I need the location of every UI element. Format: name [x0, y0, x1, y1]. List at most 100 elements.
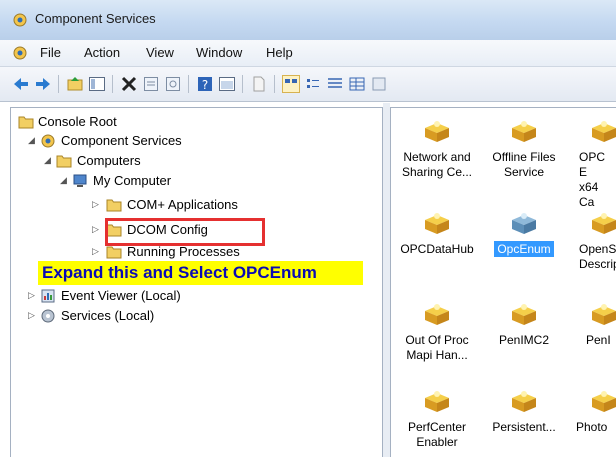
component-item[interactable]: OPC E x64 Ca: [566, 118, 616, 210]
component-item[interactable]: Offline Files Service: [479, 118, 569, 180]
component-item[interactable]: OPCDataHub: [392, 210, 482, 257]
large-icons-view-icon[interactable]: [282, 75, 300, 93]
folder-icon: [106, 199, 122, 212]
expand-arrow-icon[interactable]: ▷: [28, 311, 36, 320]
component-label-line1: PenIMC2: [498, 333, 550, 347]
toolbar: ?: [0, 67, 616, 102]
show-tree-icon[interactable]: [88, 75, 106, 93]
component-item[interactable]: Persistent...: [479, 388, 569, 435]
component-label-line1: Photo: [576, 420, 608, 434]
component-label-line2: Descrip: [579, 257, 616, 271]
component-item-selected[interactable]: OpcEnum: [479, 210, 569, 257]
tree-label: My Computer: [93, 173, 172, 188]
pane-splitter[interactable]: [383, 103, 390, 457]
tree-label: COM+ Applications: [127, 197, 238, 212]
expand-arrow-icon[interactable]: ▷: [28, 291, 36, 300]
component-label-line1: Offline Files: [492, 150, 556, 164]
svg-text:?: ?: [202, 78, 208, 92]
forward-icon[interactable]: [34, 75, 52, 93]
collapse-arrow-icon[interactable]: ◢: [44, 156, 52, 165]
properties-icon[interactable]: [142, 75, 160, 93]
component-box-icon: [512, 304, 536, 325]
component-box-icon: [512, 391, 536, 412]
toolbar-separator: [188, 75, 189, 93]
title-bar[interactable]: Component Services: [0, 0, 616, 40]
export-icon[interactable]: [370, 75, 388, 93]
menu-help[interactable]: Help: [266, 45, 293, 60]
tree-label: Component Services: [61, 133, 182, 148]
component-box-icon: [592, 391, 616, 412]
toolbar-separator: [112, 75, 113, 93]
collapse-arrow-icon[interactable]: ◢: [60, 176, 68, 185]
component-item[interactable]: PenIMC2: [479, 301, 569, 348]
component-item[interactable]: Out Of Proc Mapi Han...: [392, 301, 482, 363]
component-label-line2: Enabler: [416, 435, 458, 449]
component-label-line1: OPC E: [579, 150, 606, 179]
expand-arrow-icon[interactable]: ▷: [92, 225, 100, 234]
console-icon[interactable]: [218, 75, 236, 93]
menu-file[interactable]: File: [40, 45, 61, 60]
menu-bar: File Action View Window Help: [0, 40, 616, 67]
component-label-line1: OpenS: [579, 242, 616, 256]
tree-label: Running Processes: [127, 244, 240, 259]
tree-label: Services (Local): [61, 308, 155, 323]
collapse-arrow-icon[interactable]: ◢: [28, 136, 36, 145]
component-label-line2: x64 Ca: [579, 180, 599, 209]
component-label-line2: Sharing Ce...: [401, 165, 473, 179]
highlight-box: [105, 218, 265, 246]
tree-label: Computers: [77, 153, 141, 168]
toolbar-separator: [242, 75, 243, 93]
menu-action[interactable]: Action: [84, 45, 120, 60]
window-title: Component Services: [35, 11, 156, 26]
folder-icon: [18, 116, 34, 129]
component-item[interactable]: Network and Sharing Ce...: [392, 118, 482, 180]
component-box-icon: [592, 304, 616, 325]
small-icons-view-icon[interactable]: [304, 75, 322, 93]
refresh-icon[interactable]: [164, 75, 182, 93]
up-folder-icon[interactable]: [66, 75, 84, 93]
menu-window[interactable]: Window: [196, 45, 242, 60]
component-services-icon: [13, 13, 27, 27]
component-box-icon: [592, 213, 616, 234]
component-services-icon: [41, 134, 55, 148]
component-box-icon: [592, 121, 616, 142]
app-menu-icon[interactable]: [12, 45, 28, 61]
component-label-line2: Service: [503, 165, 544, 179]
computer-icon: [73, 174, 87, 187]
component-label-line1: PenI: [586, 333, 611, 347]
expand-arrow-icon[interactable]: ▷: [92, 200, 100, 209]
back-icon[interactable]: [12, 75, 30, 93]
delete-icon[interactable]: [120, 75, 138, 93]
list-view-icon[interactable]: [326, 75, 344, 93]
component-label-line1: OpcEnum: [494, 241, 554, 257]
component-item[interactable]: PenI: [566, 301, 616, 348]
help-icon[interactable]: ?: [196, 75, 214, 93]
component-label-line1: Persistent...: [492, 420, 556, 434]
details-view-icon[interactable]: [348, 75, 366, 93]
component-label-line2: Mapi Han...: [406, 348, 468, 362]
component-box-icon: [425, 391, 449, 412]
component-label-line1: Out Of Proc: [405, 333, 469, 347]
new-icon[interactable]: [250, 75, 268, 93]
component-item[interactable]: OpenS Descrip: [566, 210, 616, 272]
toolbar-separator: [274, 75, 275, 93]
menu-view[interactable]: View: [146, 45, 174, 60]
gear-icon: [41, 309, 55, 323]
component-item[interactable]: Photo: [566, 388, 616, 435]
component-box-icon: [512, 213, 536, 234]
folder-icon: [106, 246, 122, 259]
tree-label: Event Viewer (Local): [61, 288, 181, 303]
component-box-icon: [425, 304, 449, 325]
component-box-icon: [425, 213, 449, 234]
folder-icon: [56, 155, 72, 168]
event-viewer-icon: [41, 289, 55, 303]
toolbar-separator: [58, 75, 59, 93]
component-label-line1: PerfCenter: [407, 420, 467, 434]
tree-label: Console Root: [38, 114, 117, 129]
component-item[interactable]: PerfCenter Enabler: [392, 388, 482, 450]
component-box-icon: [425, 121, 449, 142]
expand-arrow-icon[interactable]: ▷: [92, 247, 100, 256]
component-label-line1: Network and: [403, 150, 471, 164]
instruction-annotation: Expand this and Select OPCEnum: [38, 261, 363, 285]
component-box-icon: [512, 121, 536, 142]
